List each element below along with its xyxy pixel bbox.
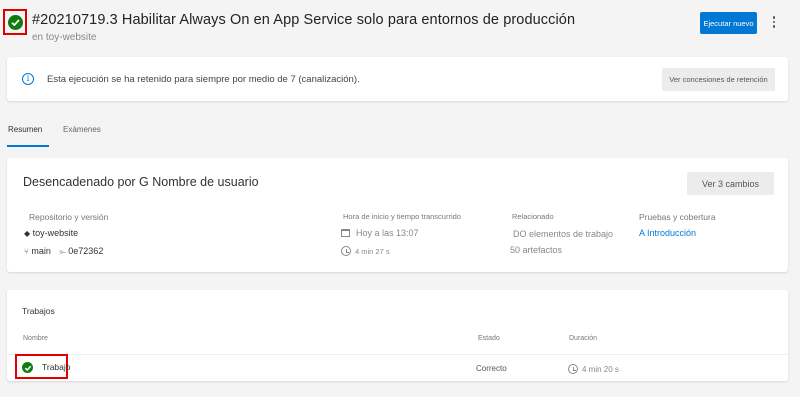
start-time: Hoy a las 13:07 (341, 228, 419, 238)
artifacts[interactable]: 50 artefactos (510, 245, 562, 255)
commit-icon: ⟜ (59, 247, 66, 256)
tab-summary[interactable]: Resumen (8, 125, 42, 134)
elapsed-time: 4 min 27 s (341, 246, 390, 256)
related-header: Relacionado (512, 212, 554, 221)
view-changes-button[interactable]: Ver 3 cambios (687, 172, 774, 195)
pipeline-link[interactable]: en toy-website (32, 32, 96, 43)
more-actions-icon[interactable] (767, 12, 781, 32)
tests-header: Pruebas y cobertura (639, 212, 716, 222)
column-header-name: Nombre (23, 335, 48, 342)
run-status-highlight (3, 9, 27, 35)
calendar-icon (341, 229, 350, 237)
repo-header: Repositorio y versión (29, 212, 109, 222)
active-tab-indicator (7, 145, 49, 147)
success-check-icon (8, 15, 23, 30)
time-header: Hora de inicio y tiempo transcurrido (343, 212, 461, 221)
page-title: #20210719.3 Habilitar Always On en App S… (32, 12, 576, 28)
clock-icon (568, 364, 578, 374)
retention-banner: i Esta ejecución se ha retenido para sie… (7, 57, 788, 101)
row-divider (7, 354, 788, 355)
triggered-by: Desencadenado por G Nombre de usuario (23, 175, 259, 189)
branch-name[interactable]: main (31, 246, 51, 256)
job-status: Correcto (476, 364, 507, 373)
info-icon: i (22, 73, 34, 85)
job-duration: 4 min 20 s (568, 364, 619, 374)
success-check-icon (22, 362, 33, 373)
branch-icon: ⑂ (24, 247, 29, 256)
tests-getting-started-link[interactable]: A Introducción (639, 228, 696, 238)
job-name[interactable]: Trabajo (42, 362, 71, 372)
tab-tests[interactable]: Exámenes (63, 125, 101, 134)
run-new-button[interactable]: Ejecutar nuevo (700, 12, 757, 34)
job-row-highlight[interactable]: Trabajo (15, 354, 71, 379)
clock-icon (341, 246, 351, 256)
commit-id[interactable]: 0e72362 (68, 246, 103, 256)
retention-message: Esta ejecución se ha retenido para siemp… (47, 74, 360, 85)
branch-commit: ⑂ main ⟜ 0e72362 (24, 246, 103, 257)
column-header-duration: Duración (569, 335, 598, 342)
run-summary-card: Desencadenado por G Nombre de usuario Ve… (7, 158, 788, 272)
view-retention-grants-button[interactable]: Ver concesiones de retención (662, 68, 775, 91)
column-header-status: Estado (478, 335, 500, 342)
work-items[interactable]: DO elementos de trabajo (513, 229, 613, 239)
jobs-title: Trabajos (22, 306, 55, 316)
repo-icon: ◆ (24, 229, 31, 238)
repo-name[interactable]: ◆ toy-website (24, 228, 78, 238)
jobs-card: Trabajos Nombre Estado Duración Trabajo … (7, 290, 788, 381)
page-header: #20210719.3 Habilitar Always On en App S… (0, 0, 800, 48)
